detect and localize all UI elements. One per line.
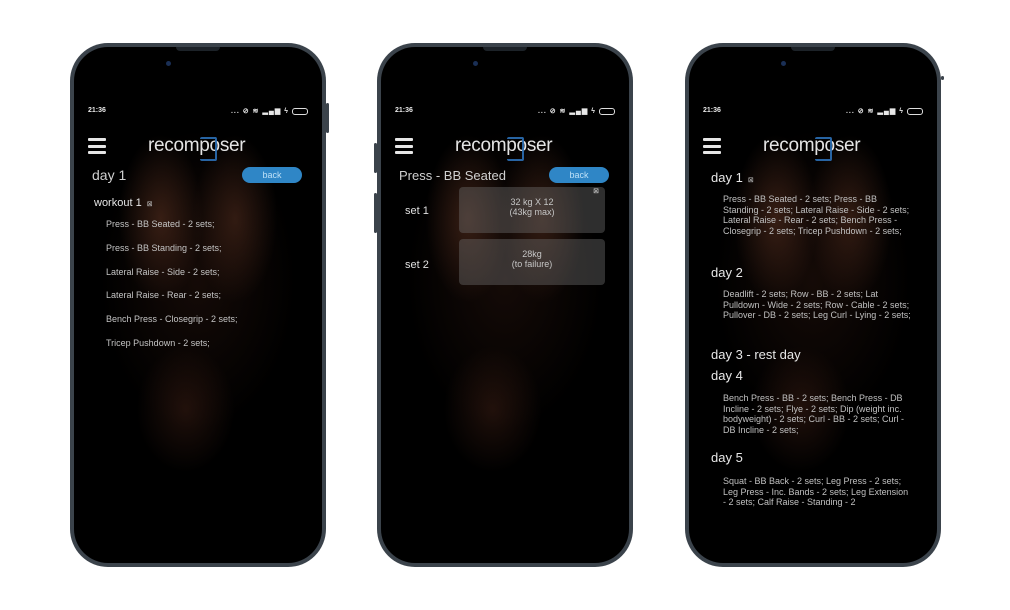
wifi-icon: ≋ <box>559 108 567 115</box>
app-header: recomposer <box>703 135 923 161</box>
wifi-icon: ≋ <box>867 108 875 115</box>
charging-icon: ϟ <box>899 107 904 115</box>
screen-workout-day: 21:36 ... ⊘ ≋ ▂▄▆ ϟ recomposer day 1 bac… <box>74 47 322 563</box>
day-heading[interactable]: day 3 - rest day <box>711 347 801 362</box>
exercise-item[interactable]: Lateral Raise - Rear - 2 sets; <box>106 290 221 300</box>
set-weight-reps: 32 kg X 12 <box>510 197 554 207</box>
app-logo: recomposer <box>763 135 861 161</box>
power-button <box>326 103 329 133</box>
camera-icon <box>473 61 478 66</box>
logo-text: recomposer <box>455 135 553 156</box>
more-dots-icon: ... <box>230 107 240 115</box>
exercise-item[interactable]: Bench Press - Closegrip - 2 sets; <box>106 314 238 324</box>
set-label: set 1 <box>405 205 429 217</box>
exercise-item[interactable]: Press - BB Seated - 2 sets; <box>106 219 215 229</box>
logo-text: recomposer <box>148 135 246 156</box>
close-icon[interactable]: ⊠ <box>748 177 754 184</box>
set-card[interactable]: ⊠ 32 kg X 12 (43kg max) <box>459 187 605 233</box>
set-card[interactable]: 28kg (to failure) <box>459 239 605 285</box>
set-note: (to failure) <box>511 259 553 269</box>
more-dots-icon: ... <box>537 107 547 115</box>
workout-title-text: workout 1 <box>94 197 142 209</box>
app-header: recomposer <box>395 135 615 161</box>
hamburger-menu-icon[interactable] <box>395 138 413 154</box>
exercise-title: Press - BB Seated <box>399 168 506 183</box>
status-time: 21:36 <box>88 107 106 114</box>
alarm-off-icon: ⊘ <box>242 108 250 115</box>
notch <box>483 47 527 51</box>
battery-icon <box>907 107 923 115</box>
close-icon[interactable]: ⊠ <box>147 201 153 208</box>
day-exercises: Deadlift - 2 sets; Row - BB - 2 sets; La… <box>723 289 911 320</box>
status-bar: 21:36 ... ⊘ ≋ ▂▄▆ ϟ <box>395 107 615 119</box>
volume-up-button <box>374 143 377 173</box>
alarm-off-icon: ⊘ <box>857 108 865 115</box>
side-marker <box>941 76 944 80</box>
logo-mark-icon <box>200 137 217 161</box>
screen-program-overview: 21:36 ... ⊘ ≋ ▂▄▆ ϟ recomposer day 1 ⊠ Pr… <box>689 47 937 563</box>
hamburger-menu-icon[interactable] <box>703 138 721 154</box>
exercise-item[interactable]: Lateral Raise - Side - 2 sets; <box>106 267 220 277</box>
phone-frame-workout: 21:36 ... ⊘ ≋ ▂▄▆ ϟ recomposer day 1 bac… <box>70 43 329 567</box>
status-time: 21:36 <box>703 107 721 114</box>
phone-frame-program: 21:36 ... ⊘ ≋ ▂▄▆ ϟ recomposer day 1 ⊠ Pr… <box>685 43 944 567</box>
back-button[interactable]: back <box>549 167 609 183</box>
back-button[interactable]: back <box>242 167 302 183</box>
status-icons: ... ⊘ ≋ ▂▄▆ ϟ <box>846 107 923 115</box>
page-title: day 1 <box>92 167 127 183</box>
set-label: set 2 <box>405 259 429 271</box>
status-bar: 21:36 ... ⊘ ≋ ▂▄▆ ϟ <box>88 107 308 119</box>
day-heading[interactable]: day 1 ⊠ <box>711 170 754 185</box>
logo-mark-icon <box>815 137 832 161</box>
app-logo: recomposer <box>148 135 246 161</box>
hamburger-menu-icon[interactable] <box>88 138 106 154</box>
logo-text: recomposer <box>763 135 861 156</box>
camera-icon <box>781 61 786 66</box>
screen-exercise-sets: 21:36 ... ⊘ ≋ ▂▄▆ ϟ recomposer Press - B… <box>381 47 629 563</box>
day-exercises: Bench Press - BB - 2 sets; Bench Press -… <box>723 393 905 435</box>
day-exercises: Press - BB Seated - 2 sets; Press - BB S… <box>723 194 910 236</box>
close-icon[interactable]: ⊠ <box>593 187 599 195</box>
set-note: (43kg max) <box>509 207 555 217</box>
battery-icon <box>292 107 308 115</box>
signal-icon: ▂▄▆ <box>262 108 282 115</box>
wifi-icon: ≋ <box>252 108 260 115</box>
camera-icon <box>166 61 171 66</box>
day-exercises: Squat - BB Back - 2 sets; Leg Press - 2 … <box>723 476 909 507</box>
status-icons: ... ⊘ ≋ ▂▄▆ ϟ <box>538 107 615 115</box>
day-title: day 1 <box>711 170 743 185</box>
day-heading[interactable]: day 4 <box>711 368 743 383</box>
charging-icon: ϟ <box>284 107 289 115</box>
volume-down-button <box>374 193 377 233</box>
status-bar: 21:36 ... ⊘ ≋ ▂▄▆ ϟ <box>703 107 923 119</box>
phone-frame-exercise: 21:36 ... ⊘ ≋ ▂▄▆ ϟ recomposer Press - B… <box>374 43 633 567</box>
signal-icon: ▂▄▆ <box>569 108 589 115</box>
set-weight-reps: 28kg <box>522 249 542 259</box>
charging-icon: ϟ <box>591 107 596 115</box>
workout-title[interactable]: workout 1 ⊠ <box>94 197 153 209</box>
notch <box>791 47 835 51</box>
logo-mark-icon <box>507 137 524 161</box>
status-time: 21:36 <box>395 107 413 114</box>
exercise-item[interactable]: Tricep Pushdown - 2 sets; <box>106 338 210 348</box>
notch <box>176 47 220 51</box>
signal-icon: ▂▄▆ <box>877 108 897 115</box>
app-header: recomposer <box>88 135 308 161</box>
alarm-off-icon: ⊘ <box>549 108 557 115</box>
day-heading[interactable]: day 5 <box>711 450 743 465</box>
exercise-item[interactable]: Press - BB Standing - 2 sets; <box>106 243 222 253</box>
battery-icon <box>599 107 615 115</box>
status-icons: ... ⊘ ≋ ▂▄▆ ϟ <box>231 107 308 115</box>
app-logo: recomposer <box>455 135 553 161</box>
day-heading[interactable]: day 2 <box>711 265 743 280</box>
more-dots-icon: ... <box>845 107 855 115</box>
